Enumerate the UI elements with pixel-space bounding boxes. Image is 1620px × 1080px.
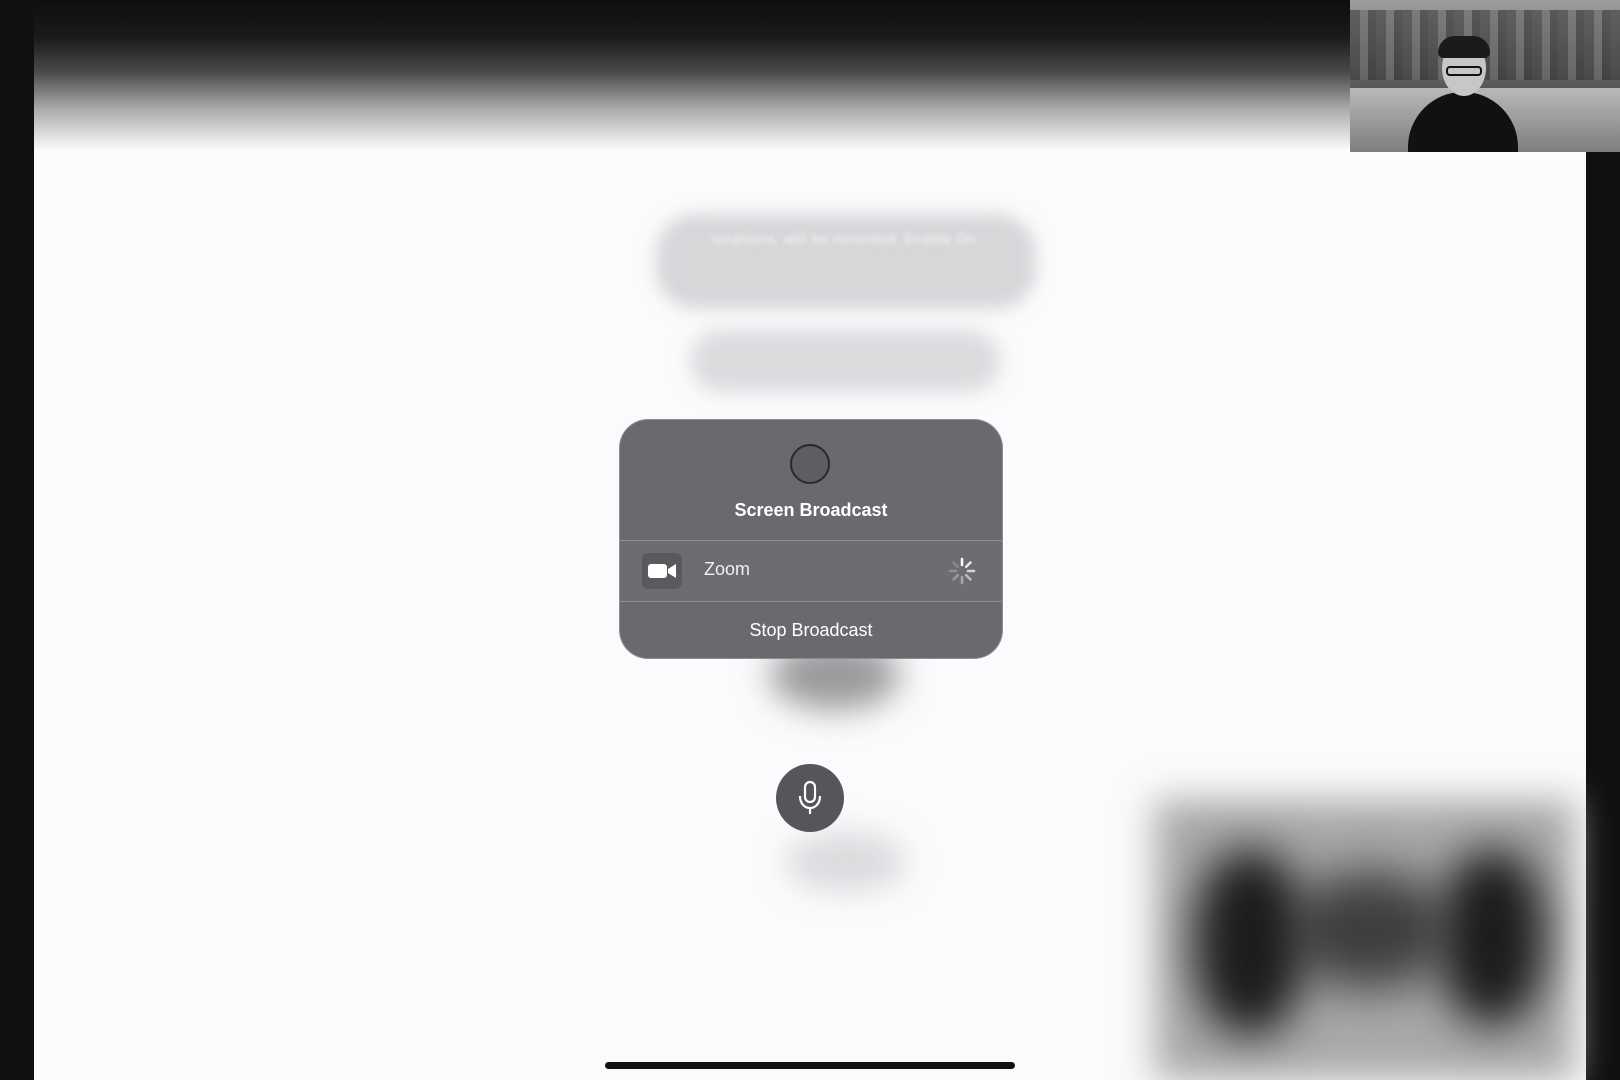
glasses-icon (1446, 66, 1482, 76)
blurred-pip-shape-left (1195, 850, 1305, 1035)
screen-broadcast-panel: Screen Broadcast Zoom Stop Broadcast (620, 420, 1002, 658)
loading-spinner-icon (948, 557, 976, 585)
blurred-button (690, 330, 1000, 392)
record-icon[interactable] (790, 444, 830, 484)
microphone-icon (798, 780, 822, 814)
webcam-thumbnail (1350, 0, 1620, 152)
video-camera-icon (642, 553, 682, 589)
blurred-privacy-text: locations, will be recorded. Enable On (711, 232, 977, 248)
webcam-person-hair (1438, 36, 1490, 58)
home-indicator[interactable] (605, 1062, 1015, 1069)
broadcast-app-row-zoom[interactable]: Zoom (620, 540, 1002, 602)
blurred-pip-shape-right (1440, 850, 1545, 1025)
panel-title: Screen Broadcast (734, 500, 888, 520)
blurred-pip-shape (1290, 870, 1450, 990)
stop-broadcast-button[interactable]: Stop Broadcast (620, 602, 1002, 658)
blurred-label (786, 832, 906, 892)
app-name-zoom: Zoom (704, 559, 751, 579)
microphone-button[interactable] (776, 764, 844, 832)
